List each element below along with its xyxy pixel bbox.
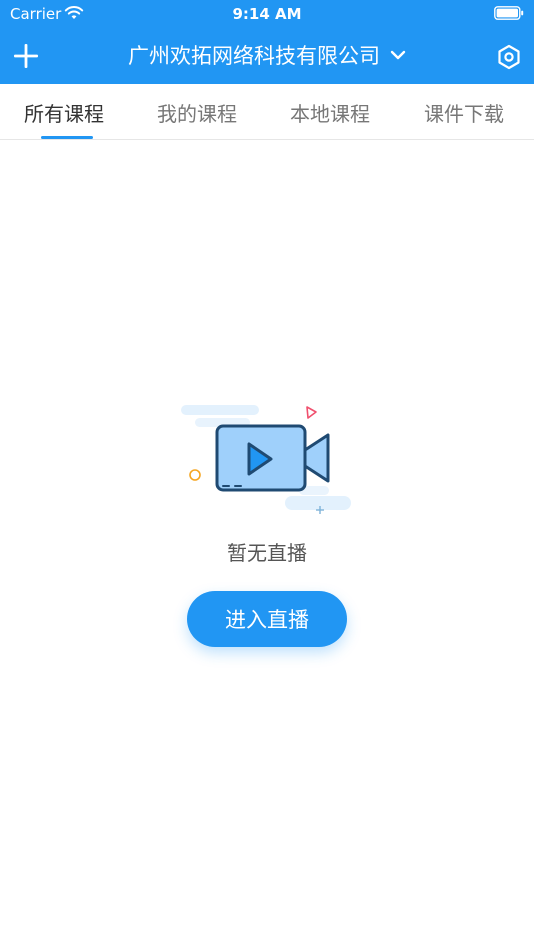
course-tabs: 所有课程 我的课程 本地课程 课件下载 (0, 84, 534, 140)
active-tab-indicator (41, 136, 93, 139)
empty-state-message: 暂无直播 (227, 541, 307, 565)
video-camera-icon (181, 405, 351, 514)
header-title: 广州欢拓网络科技有限公司 (128, 44, 380, 68)
battery-icon (494, 6, 524, 20)
app-header: Carrier 9:14 AM 广州欢拓网络科技有限公司 (0, 0, 534, 84)
tab-courseware-download[interactable]: 课件下载 (424, 98, 504, 127)
chevron-down-icon (390, 50, 406, 60)
status-bar: Carrier 9:14 AM (0, 0, 534, 28)
enter-live-button[interactable]: 进入直播 (187, 591, 347, 647)
tab-all-courses[interactable]: 所有课程 (24, 98, 104, 127)
tab-local-courses[interactable]: 本地课程 (290, 98, 370, 127)
organization-selector[interactable]: 广州欢拓网络科技有限公司 (100, 38, 434, 72)
tab-my-courses[interactable]: 我的课程 (157, 98, 237, 127)
settings-icon[interactable] (496, 44, 522, 70)
status-time: 9:14 AM (232, 5, 302, 23)
add-button[interactable] (10, 40, 42, 72)
